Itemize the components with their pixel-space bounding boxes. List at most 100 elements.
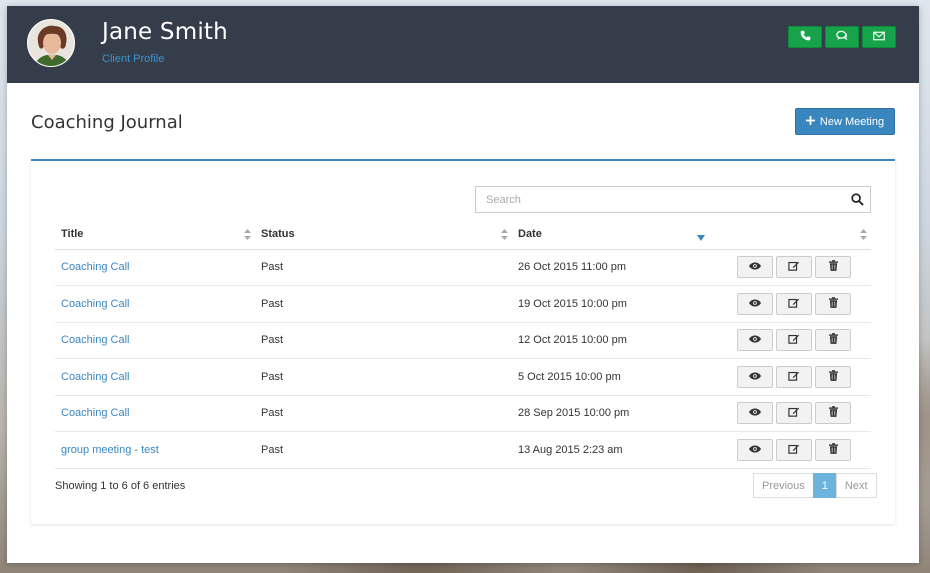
edit-icon bbox=[788, 297, 800, 311]
edit-icon bbox=[788, 260, 800, 274]
column-header-title[interactable]: Title bbox=[55, 219, 255, 250]
trash-icon bbox=[828, 442, 838, 457]
new-meeting-button[interactable]: New Meeting bbox=[795, 108, 895, 135]
table-row: Coaching Call Past 28 Sep 2015 10:00 pm bbox=[55, 395, 871, 432]
meeting-title-link[interactable]: group meeting - test bbox=[61, 444, 159, 456]
row-actions bbox=[715, 256, 871, 279]
edit-button[interactable] bbox=[776, 438, 812, 461]
cell-title: Coaching Call bbox=[55, 322, 255, 359]
table-row: Coaching Call Past 5 Oct 2015 10:00 pm bbox=[55, 358, 871, 396]
meeting-title-link[interactable]: Coaching Call bbox=[61, 407, 129, 419]
column-header-date[interactable]: Date bbox=[512, 219, 709, 250]
pagination: Previous 1 Next bbox=[753, 473, 877, 498]
meetings-panel: Title Status Date bbox=[31, 159, 895, 524]
edit-icon bbox=[788, 333, 800, 347]
cell-actions bbox=[709, 322, 871, 359]
view-button[interactable] bbox=[737, 438, 773, 461]
profile-header: Jane Smith Client Profile bbox=[7, 6, 919, 83]
cell-status: Past bbox=[255, 431, 512, 469]
cell-date: 13 Aug 2015 2:23 am bbox=[512, 431, 709, 469]
cell-title: Coaching Call bbox=[55, 358, 255, 396]
delete-button[interactable] bbox=[815, 402, 851, 425]
page-1-button[interactable]: 1 bbox=[812, 473, 837, 498]
delete-button[interactable] bbox=[815, 292, 851, 315]
row-actions bbox=[715, 292, 871, 315]
edit-button[interactable] bbox=[776, 329, 812, 352]
cell-actions bbox=[709, 249, 871, 286]
delete-button[interactable] bbox=[815, 329, 851, 352]
cell-title: group meeting - test bbox=[55, 431, 255, 469]
cell-status: Past bbox=[255, 249, 512, 286]
cell-actions bbox=[709, 358, 871, 396]
table-row: Coaching Call Past 26 Oct 2015 11:00 pm bbox=[55, 249, 871, 286]
cell-title: Coaching Call bbox=[55, 395, 255, 432]
table-row: Coaching Call Past 12 Oct 2015 10:00 pm bbox=[55, 322, 871, 359]
sort-icon bbox=[501, 229, 508, 243]
edit-button[interactable] bbox=[776, 402, 812, 425]
view-button[interactable] bbox=[737, 365, 773, 388]
envelope-icon bbox=[873, 30, 885, 44]
table-header-row: Title Status Date bbox=[55, 219, 871, 250]
delete-button[interactable] bbox=[815, 256, 851, 279]
row-actions bbox=[715, 365, 871, 388]
cell-date: 5 Oct 2015 10:00 pm bbox=[512, 358, 709, 396]
client-subtitle-link[interactable]: Client Profile bbox=[102, 53, 164, 65]
delete-button[interactable] bbox=[815, 438, 851, 461]
meeting-title-link[interactable]: Coaching Call bbox=[61, 261, 129, 273]
view-button[interactable] bbox=[737, 402, 773, 425]
cell-status: Past bbox=[255, 358, 512, 396]
chat-icon bbox=[836, 30, 848, 44]
meetings-table: Title Status Date Coaching Call Past 26 … bbox=[55, 219, 871, 469]
client-card: Jane Smith Client Profile Coaching Journ… bbox=[7, 6, 919, 563]
table-row: Coaching Call Past 19 Oct 2015 10:00 pm bbox=[55, 285, 871, 323]
view-button[interactable] bbox=[737, 292, 773, 315]
trash-icon bbox=[828, 296, 838, 311]
chat-button[interactable] bbox=[825, 26, 859, 48]
edit-button[interactable] bbox=[776, 256, 812, 279]
row-actions bbox=[715, 402, 871, 425]
edit-button[interactable] bbox=[776, 365, 812, 388]
phone-icon bbox=[800, 30, 811, 44]
eye-icon bbox=[749, 371, 761, 383]
entries-info: Showing 1 to 6 of 6 entries bbox=[55, 480, 186, 492]
call-button[interactable] bbox=[788, 26, 822, 48]
table-row: group meeting - test Past 13 Aug 2015 2:23… bbox=[55, 431, 871, 469]
column-header-actions[interactable] bbox=[709, 219, 871, 250]
eye-icon bbox=[749, 407, 761, 419]
meeting-title-link[interactable]: Coaching Call bbox=[61, 298, 129, 310]
cell-date: 19 Oct 2015 10:00 pm bbox=[512, 285, 709, 323]
contact-actions bbox=[788, 26, 896, 48]
cell-status: Past bbox=[255, 322, 512, 359]
delete-button[interactable] bbox=[815, 365, 851, 388]
edit-icon bbox=[788, 443, 800, 457]
avatar bbox=[27, 19, 75, 67]
cell-title: Coaching Call bbox=[55, 249, 255, 286]
email-button[interactable] bbox=[862, 26, 896, 48]
eye-icon bbox=[749, 298, 761, 310]
trash-icon bbox=[828, 406, 838, 420]
eye-icon bbox=[749, 261, 761, 273]
meeting-title-link[interactable]: Coaching Call bbox=[61, 334, 129, 346]
previous-page-button[interactable]: Previous bbox=[753, 473, 814, 498]
view-button[interactable] bbox=[737, 329, 773, 352]
client-name: Jane Smith bbox=[102, 19, 228, 45]
meeting-title-link[interactable]: Coaching Call bbox=[61, 371, 129, 383]
search-input[interactable] bbox=[476, 187, 826, 212]
trash-icon bbox=[828, 369, 838, 384]
edit-button[interactable] bbox=[776, 292, 812, 315]
cell-date: 12 Oct 2015 10:00 pm bbox=[512, 322, 709, 359]
sort-desc-icon bbox=[697, 232, 705, 244]
cell-status: Past bbox=[255, 395, 512, 432]
search-field bbox=[475, 186, 871, 213]
sort-icon bbox=[244, 229, 251, 243]
search-icon[interactable] bbox=[851, 193, 864, 209]
cell-actions bbox=[709, 285, 871, 323]
column-header-status[interactable]: Status bbox=[255, 219, 512, 250]
eye-icon bbox=[749, 334, 761, 346]
cell-title: Coaching Call bbox=[55, 285, 255, 323]
eye-icon bbox=[749, 444, 761, 456]
next-page-button[interactable]: Next bbox=[835, 473, 877, 498]
view-button[interactable] bbox=[737, 256, 773, 279]
trash-icon bbox=[828, 333, 838, 347]
page-title: Coaching Journal bbox=[31, 112, 183, 133]
